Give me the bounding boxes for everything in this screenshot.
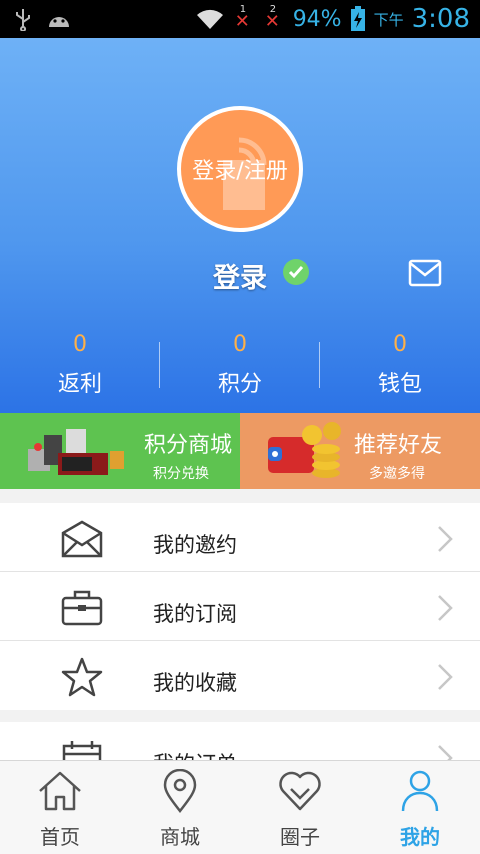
stat-label: 返利 <box>57 372 102 397</box>
tab-mine[interactable]: 我的 <box>360 761 480 854</box>
menu-item-subscriptions[interactable]: 我的订阅 <box>0 572 480 641</box>
chevron-right-icon <box>438 526 453 552</box>
menu-item-invitations[interactable]: 我的邀约 <box>0 503 480 572</box>
tab-mall[interactable]: 商城 <box>120 761 240 854</box>
status-bar: 1 ✕ 2 ✕ 94% 下午 3:08 <box>0 0 480 38</box>
menu-item-label: 我的邀约 <box>153 533 237 557</box>
star-icon <box>61 657 103 697</box>
sim1-no-signal-icon: 1 ✕ <box>234 4 250 32</box>
menu-item-label: 我的订阅 <box>153 602 237 626</box>
tab-label: 圈子 <box>280 825 320 849</box>
stat-value: 0 <box>233 332 247 357</box>
stat-value: 0 <box>73 332 87 357</box>
stat-value: 0 <box>393 332 407 357</box>
bottom-tab-bar: 首页 商城 圈子 我的 <box>0 760 480 854</box>
stat-label: 积分 <box>217 372 262 397</box>
heart-icon <box>279 771 321 811</box>
invite-friends-banner[interactable]: 推荐好友 多邀多得 <box>240 413 480 489</box>
promo-banners: 积分商城 积分兑换 推荐好友 多邀多得 <box>0 413 480 489</box>
tab-label: 我的 <box>400 825 440 849</box>
appliances-image-icon <box>28 429 124 475</box>
stats-bar: 0 返利 0 积分 0 钱包 <box>0 328 480 408</box>
usb-icon <box>16 9 30 31</box>
login-label[interactable]: 登录 <box>213 256 267 295</box>
tab-home[interactable]: 首页 <box>0 761 120 854</box>
profile-header: 登录/注册 登录 0 返利 0 积分 0 钱包 <box>0 38 480 413</box>
avatar-text: 登录/注册 <box>192 159 288 184</box>
promo-subtitle: 积分兑换 <box>153 466 209 482</box>
promo-subtitle: 多邀多得 <box>369 466 425 482</box>
stat-rebate[interactable]: 0 返利 <box>0 328 160 408</box>
wifi-icon <box>196 9 223 29</box>
battery-percent: 94% <box>292 6 342 32</box>
location-pin-icon <box>163 769 197 813</box>
stat-wallet[interactable]: 0 钱包 <box>320 328 480 408</box>
divider <box>159 342 160 388</box>
time-period: 下午 <box>373 10 404 29</box>
android-icon <box>49 17 69 27</box>
menu-list: 我的邀约 我的订阅 我的收藏 <box>0 503 480 710</box>
points-mall-banner[interactable]: 积分商城 积分兑换 <box>0 413 240 489</box>
stat-points[interactable]: 0 积分 <box>160 328 320 408</box>
tab-circle[interactable]: 圈子 <box>240 761 360 854</box>
tab-label: 商城 <box>160 825 200 849</box>
briefcase-icon <box>61 590 103 626</box>
person-icon <box>401 770 439 812</box>
message-envelope-icon[interactable] <box>408 259 442 287</box>
battery-charging-icon <box>350 6 365 31</box>
login-register-avatar[interactable]: 登录/注册 <box>177 106 303 232</box>
chevron-right-icon <box>438 664 453 690</box>
stat-label: 钱包 <box>377 372 422 397</box>
envelope-icon <box>61 520 103 558</box>
menu-item-favorites[interactable]: 我的收藏 <box>0 641 480 710</box>
tab-label: 首页 <box>40 825 80 849</box>
promo-title: 推荐好友 <box>354 433 443 458</box>
wallet-coins-icon <box>268 422 341 478</box>
sim2-no-signal-icon: 2 ✕ <box>264 4 280 32</box>
divider <box>319 342 320 388</box>
chevron-right-icon <box>438 595 453 621</box>
home-icon <box>39 771 81 811</box>
verified-check-icon <box>283 259 309 285</box>
clock: 3:08 <box>411 4 470 34</box>
promo-title: 积分商城 <box>144 433 233 458</box>
menu-item-label: 我的收藏 <box>153 671 237 695</box>
